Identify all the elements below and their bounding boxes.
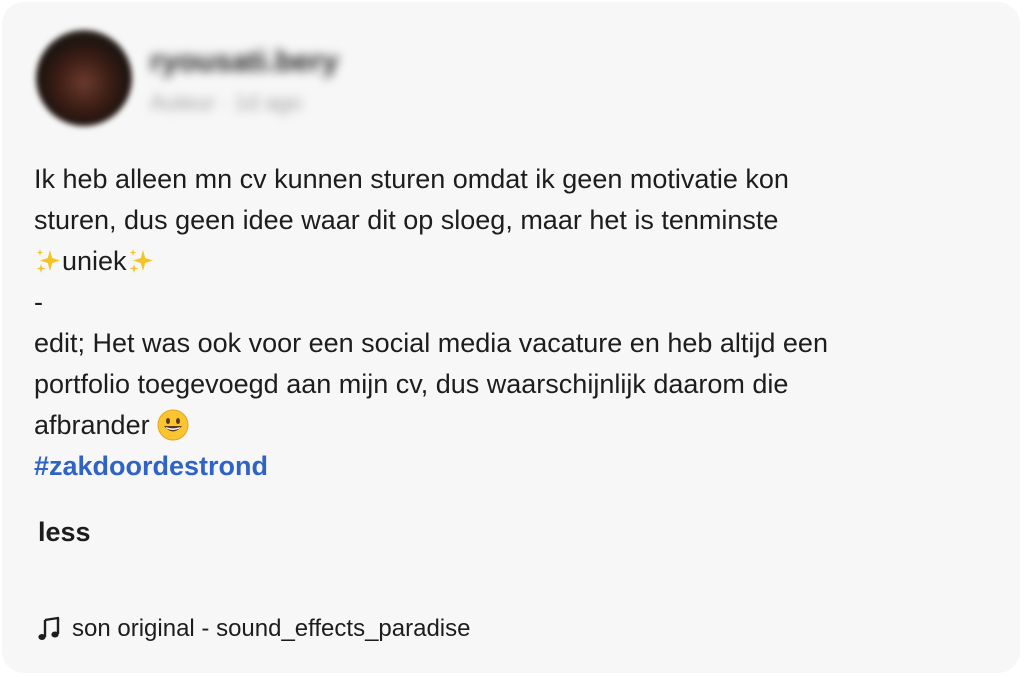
post-caption: Ik heb alleen mn cv kunnen sturen omdat … [34,159,994,487]
author-name[interactable]: ryousati.bery [150,44,338,80]
hashtag-link[interactable]: #zakdoordestrond [34,446,994,487]
caption-line-last: afbrander [34,405,994,446]
author-block[interactable]: ryousati.bery Auteur · 1d ago [150,44,338,116]
sound-label: son original - sound_effects_paradise [72,615,471,642]
caption-line: Ik heb alleen mn cv kunnen sturen omdat … [34,164,789,194]
caption-line-uniek: uniek [34,241,994,282]
less-button[interactable]: less [38,517,91,548]
author-meta: Auteur · 1d ago [150,90,302,115]
caption-line: edit; Het was ook voor een social media … [34,328,828,358]
caption-uniek-text: uniek [62,246,127,276]
music-note-icon [38,616,60,640]
sound-link[interactable]: son original - sound_effects_paradise [36,615,470,643]
grinning-face-icon [157,409,189,441]
sparkles-icon [129,248,153,273]
caption-line: portfolio toegevoegd aan mijn cv, dus wa… [34,369,789,399]
caption-last-text: afbrander [34,410,150,440]
sparkles-icon [36,248,60,273]
caption-line: sturen, dus geen idee waar dit op sloeg,… [34,205,779,235]
caption-dash: - [34,287,43,317]
post-card: ryousati.bery Auteur · 1d ago Ik heb all… [2,2,1020,673]
avatar[interactable] [36,30,132,126]
